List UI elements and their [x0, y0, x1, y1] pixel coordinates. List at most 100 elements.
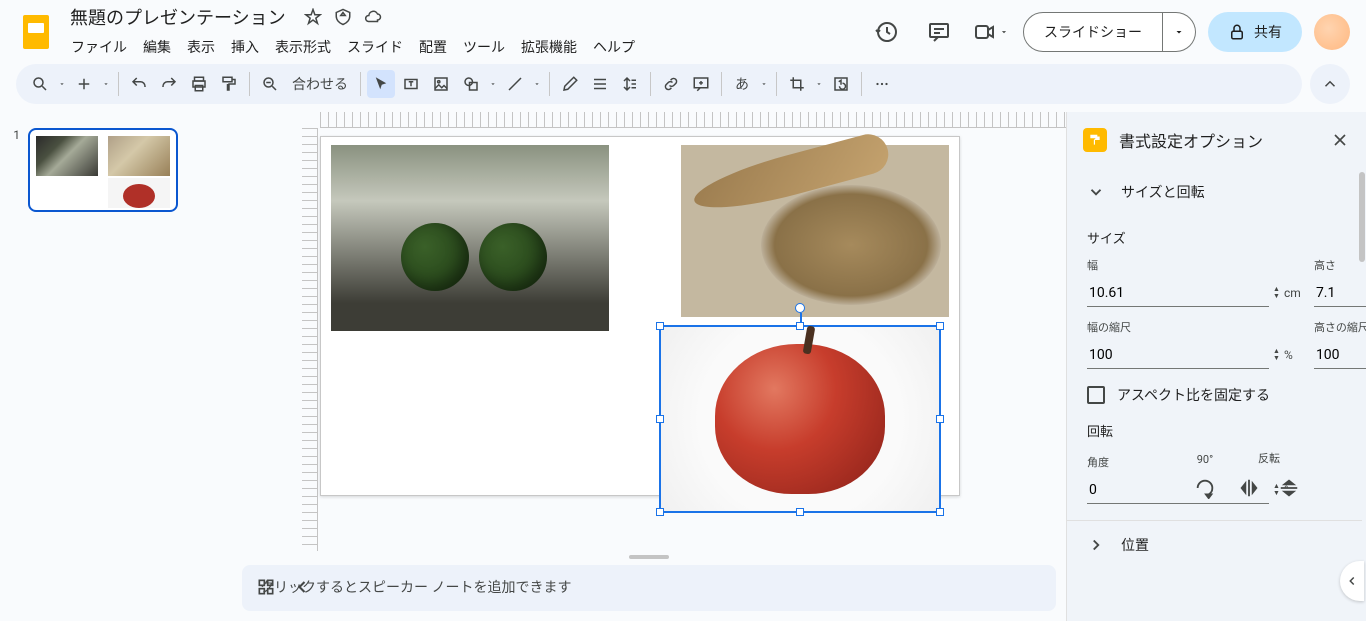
- collapse-toolbar-icon[interactable]: [1310, 64, 1350, 104]
- more-icon[interactable]: [868, 70, 896, 98]
- menu-edit[interactable]: 編集: [136, 33, 178, 61]
- section-size-rotation[interactable]: サイズと回転: [1067, 168, 1362, 216]
- paint-format-icon[interactable]: [215, 70, 243, 98]
- comments-icon[interactable]: [919, 12, 959, 52]
- crop-dropdown[interactable]: [813, 80, 825, 88]
- slideshow-dropdown[interactable]: [1163, 12, 1196, 52]
- format-options-sidebar: 書式設定オプション サイズと回転 サイズ 幅 ▲▼ cm: [1066, 112, 1366, 621]
- chevron-down-icon: [1087, 183, 1105, 201]
- rotation-handle[interactable]: [795, 303, 805, 313]
- menu-slide[interactable]: スライド: [340, 33, 410, 61]
- resize-handle[interactable]: [936, 322, 944, 330]
- width-scale-stepper[interactable]: ▲▼: [1273, 348, 1280, 362]
- ruler-vertical[interactable]: [302, 128, 318, 551]
- resize-handle[interactable]: [656, 415, 664, 423]
- menubar: ファイル 編集 表示 挿入 表示形式 スライド 配置 ツール 拡張機能 ヘルプ: [64, 33, 642, 61]
- link-icon[interactable]: [657, 70, 685, 98]
- history-icon[interactable]: [867, 12, 907, 52]
- grid-view-icon[interactable]: [256, 577, 276, 597]
- new-slide-dropdown[interactable]: [100, 80, 112, 88]
- lock-aspect-checkbox[interactable]: アスペクト比を固定する: [1087, 385, 1342, 405]
- slides-panel: 1: [0, 112, 232, 621]
- flip-horizontal-button[interactable]: [1233, 472, 1265, 504]
- ruler-horizontal[interactable]: [320, 112, 1066, 128]
- width-scale-input[interactable]: [1087, 341, 1269, 369]
- search-dropdown[interactable]: [56, 80, 68, 88]
- menu-arrange[interactable]: 配置: [412, 33, 454, 61]
- resize-handle[interactable]: [936, 415, 944, 423]
- new-slide-icon[interactable]: [70, 70, 98, 98]
- menu-file[interactable]: ファイル: [64, 33, 134, 61]
- resize-handle[interactable]: [656, 508, 664, 516]
- resize-handle[interactable]: [656, 322, 664, 330]
- speaker-notes[interactable]: クリックするとスピーカー ノートを追加できます: [242, 565, 1056, 611]
- width-stepper[interactable]: ▲▼: [1273, 286, 1280, 300]
- size-label: サイズ: [1087, 228, 1342, 247]
- zoom-select[interactable]: 合わせる: [286, 70, 354, 98]
- rotate-90-button[interactable]: [1189, 472, 1221, 504]
- format-icon: [1083, 128, 1107, 152]
- redo-icon[interactable]: [155, 70, 183, 98]
- spacing-icon[interactable]: [616, 70, 644, 98]
- zoom-out-icon[interactable]: [256, 70, 284, 98]
- print-icon[interactable]: [185, 70, 213, 98]
- share-button[interactable]: 共有: [1208, 12, 1302, 52]
- width-scale-label: 幅の縮尺: [1087, 319, 1306, 335]
- document-title[interactable]: 無題のプレゼンテーション: [64, 3, 292, 31]
- reset-image-icon[interactable]: [827, 70, 855, 98]
- slide-thumbnail[interactable]: [28, 128, 178, 212]
- video-call-icon[interactable]: [971, 12, 1011, 52]
- sidebar-title: 書式設定オプション: [1119, 128, 1318, 152]
- resize-handle[interactable]: [936, 508, 944, 516]
- notes-resize-handle[interactable]: [629, 555, 669, 559]
- resize-handle[interactable]: [796, 508, 804, 516]
- menu-extensions[interactable]: 拡張機能: [514, 33, 584, 61]
- comment-icon[interactable]: [687, 70, 715, 98]
- input-method-dropdown[interactable]: [758, 80, 770, 88]
- width-input[interactable]: [1087, 279, 1269, 307]
- collapse-filmstrip-icon[interactable]: [292, 577, 312, 597]
- height-scale-input[interactable]: [1314, 341, 1366, 369]
- height-input[interactable]: [1314, 279, 1366, 307]
- slide-number: 1: [8, 128, 20, 212]
- select-tool-icon[interactable]: [367, 70, 395, 98]
- width-label: 幅: [1087, 257, 1306, 273]
- move-icon[interactable]: [334, 8, 352, 26]
- menu-format[interactable]: 表示形式: [268, 33, 338, 61]
- section-position[interactable]: 位置: [1067, 520, 1362, 568]
- menu-insert[interactable]: 挿入: [224, 33, 266, 61]
- align-icon[interactable]: [586, 70, 614, 98]
- avatar[interactable]: [1314, 14, 1350, 50]
- line-dropdown[interactable]: [531, 80, 543, 88]
- canvas-area: クリックするとスピーカー ノートを追加できます: [232, 112, 1066, 621]
- menu-tools[interactable]: ツール: [456, 33, 512, 61]
- textbox-icon[interactable]: [397, 70, 425, 98]
- slide-canvas[interactable]: [320, 136, 960, 496]
- crop-icon[interactable]: [783, 70, 811, 98]
- slides-logo[interactable]: [16, 12, 56, 52]
- pen-icon[interactable]: [556, 70, 584, 98]
- shape-icon[interactable]: [457, 70, 485, 98]
- lock-icon: [1228, 23, 1246, 41]
- image-icon[interactable]: [427, 70, 455, 98]
- shape-dropdown[interactable]: [487, 80, 499, 88]
- close-icon[interactable]: [1330, 130, 1350, 150]
- cloud-icon[interactable]: [364, 8, 382, 26]
- star-icon[interactable]: [304, 8, 322, 26]
- angle-label: 角度: [1087, 454, 1177, 470]
- input-method-icon[interactable]: あ: [728, 70, 756, 98]
- image-marimo[interactable]: [331, 145, 609, 331]
- menu-help[interactable]: ヘルプ: [586, 33, 642, 61]
- rotation-label: 回転: [1087, 421, 1342, 440]
- scrollbar[interactable]: [1359, 172, 1365, 262]
- resize-handle[interactable]: [796, 322, 804, 330]
- flip-vertical-button[interactable]: [1273, 472, 1305, 504]
- search-icon[interactable]: [26, 70, 54, 98]
- image-sesame[interactable]: [681, 145, 949, 317]
- undo-icon[interactable]: [125, 70, 153, 98]
- toolbar: 合わせる あ: [16, 64, 1302, 104]
- line-icon[interactable]: [501, 70, 529, 98]
- slideshow-button[interactable]: スライドショー: [1023, 12, 1163, 52]
- image-apple-selected[interactable]: [659, 325, 941, 513]
- menu-view[interactable]: 表示: [180, 33, 222, 61]
